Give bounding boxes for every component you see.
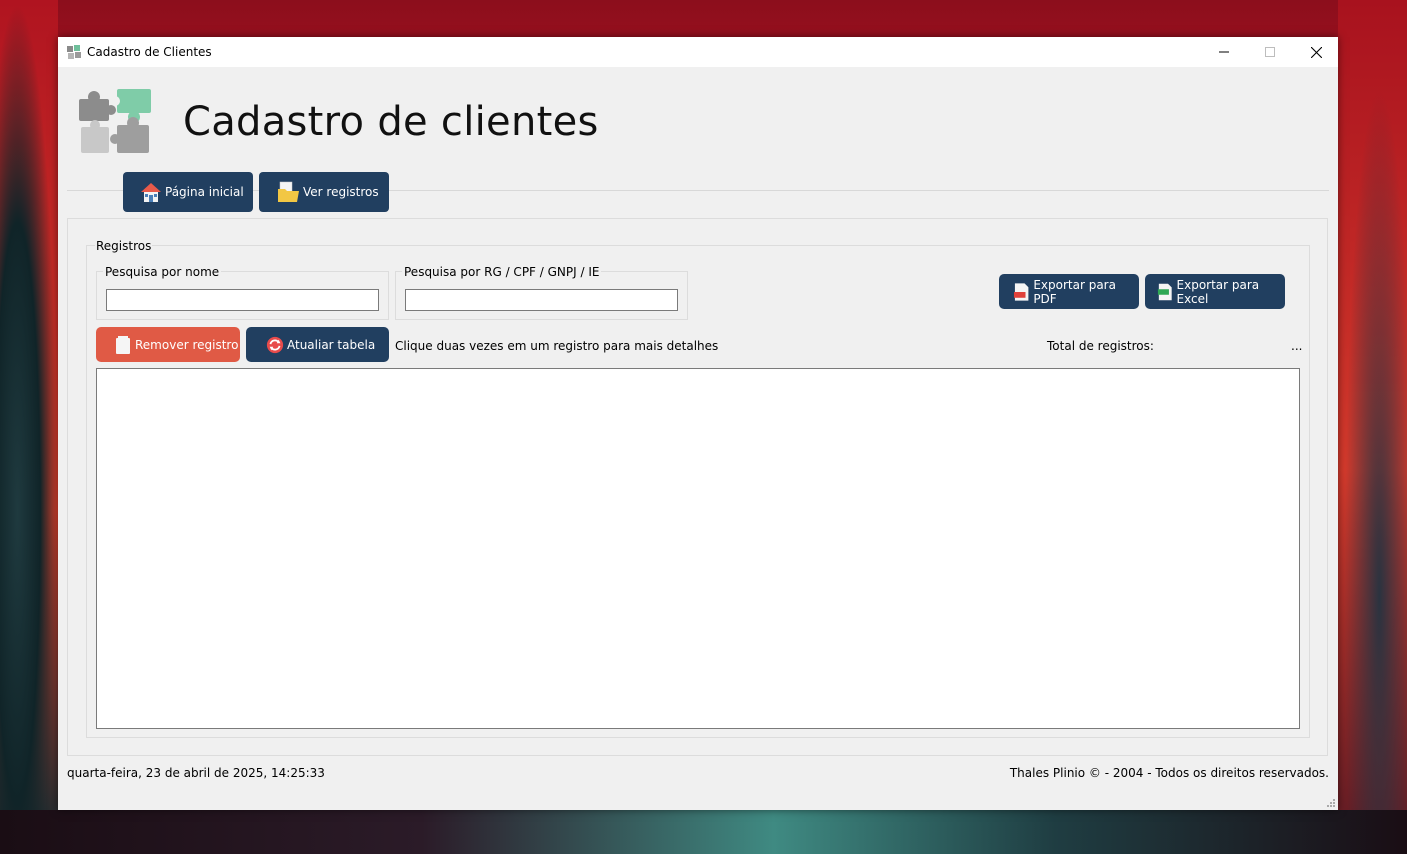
home-button[interactable]: Página inicial <box>123 172 253 212</box>
remove-record-label: Remover registro <box>135 337 239 352</box>
desktop-wallpaper-left <box>0 0 58 854</box>
tab-divider <box>67 190 1329 192</box>
minimize-button[interactable] <box>1201 37 1247 67</box>
window-title: Cadastro de Clientes <box>87 45 212 59</box>
remove-record-button[interactable]: Remover registro <box>96 327 240 362</box>
export-excel-label: Exportar para Excel <box>1176 277 1260 306</box>
app-puzzle-icon <box>67 45 81 59</box>
status-copyright: Thales Plinio © - 2004 - Todos os direit… <box>1009 766 1329 780</box>
view-records-button-label: Ver registros <box>303 185 379 199</box>
name-search-label: Pesquisa por nome <box>103 265 222 279</box>
name-search-input[interactable] <box>106 289 379 311</box>
refresh-icon <box>266 336 284 353</box>
trash-icon <box>116 335 130 354</box>
pdf-file-icon <box>1013 282 1029 301</box>
desktop-wallpaper-right <box>1338 0 1407 854</box>
doc-search-label: Pesquisa por RG / CPF / GNPJ / IE <box>402 265 602 279</box>
close-button[interactable] <box>1293 37 1339 67</box>
folder-document-icon <box>278 181 299 202</box>
maximize-button[interactable] <box>1247 37 1293 67</box>
page-title: Cadastro de clientes <box>183 99 599 145</box>
refresh-table-label: Atualiar tabela <box>287 337 376 352</box>
refresh-table-button[interactable]: Atualiar tabela <box>246 327 389 362</box>
export-pdf-label: Exportar para PDF <box>1033 277 1116 306</box>
home-button-label: Página inicial <box>165 185 244 199</box>
status-datetime: quarta-feira, 23 de abril de 2025, 14:25… <box>67 766 325 780</box>
maximize-icon <box>1265 47 1275 57</box>
total-records-value: ... <box>1291 339 1303 353</box>
excel-file-icon <box>1157 283 1172 300</box>
minimize-icon <box>1219 51 1229 53</box>
house-icon <box>141 183 161 202</box>
view-records-button[interactable]: Ver registros <box>259 172 389 212</box>
records-group-label: Registros <box>95 239 153 253</box>
export-excel-button[interactable]: Exportar para Excel <box>1145 274 1285 309</box>
total-records-label: Total de registros: <box>1047 339 1154 353</box>
close-icon <box>1310 46 1322 58</box>
resize-grip-icon[interactable] <box>1326 798 1336 808</box>
app-window: Cadastro de Clientes Cadastro de cliente… <box>58 37 1338 810</box>
export-pdf-button[interactable]: Exportar para PDF <box>999 274 1139 309</box>
desktop-wallpaper-bottom <box>0 810 1407 854</box>
doc-search-input[interactable] <box>405 289 678 311</box>
records-table[interactable] <box>96 368 1300 729</box>
puzzle-pieces-icon <box>79 89 151 153</box>
double-click-hint: Clique duas vezes em um registro para ma… <box>395 339 719 353</box>
title-bar[interactable]: Cadastro de Clientes <box>58 37 1338 67</box>
